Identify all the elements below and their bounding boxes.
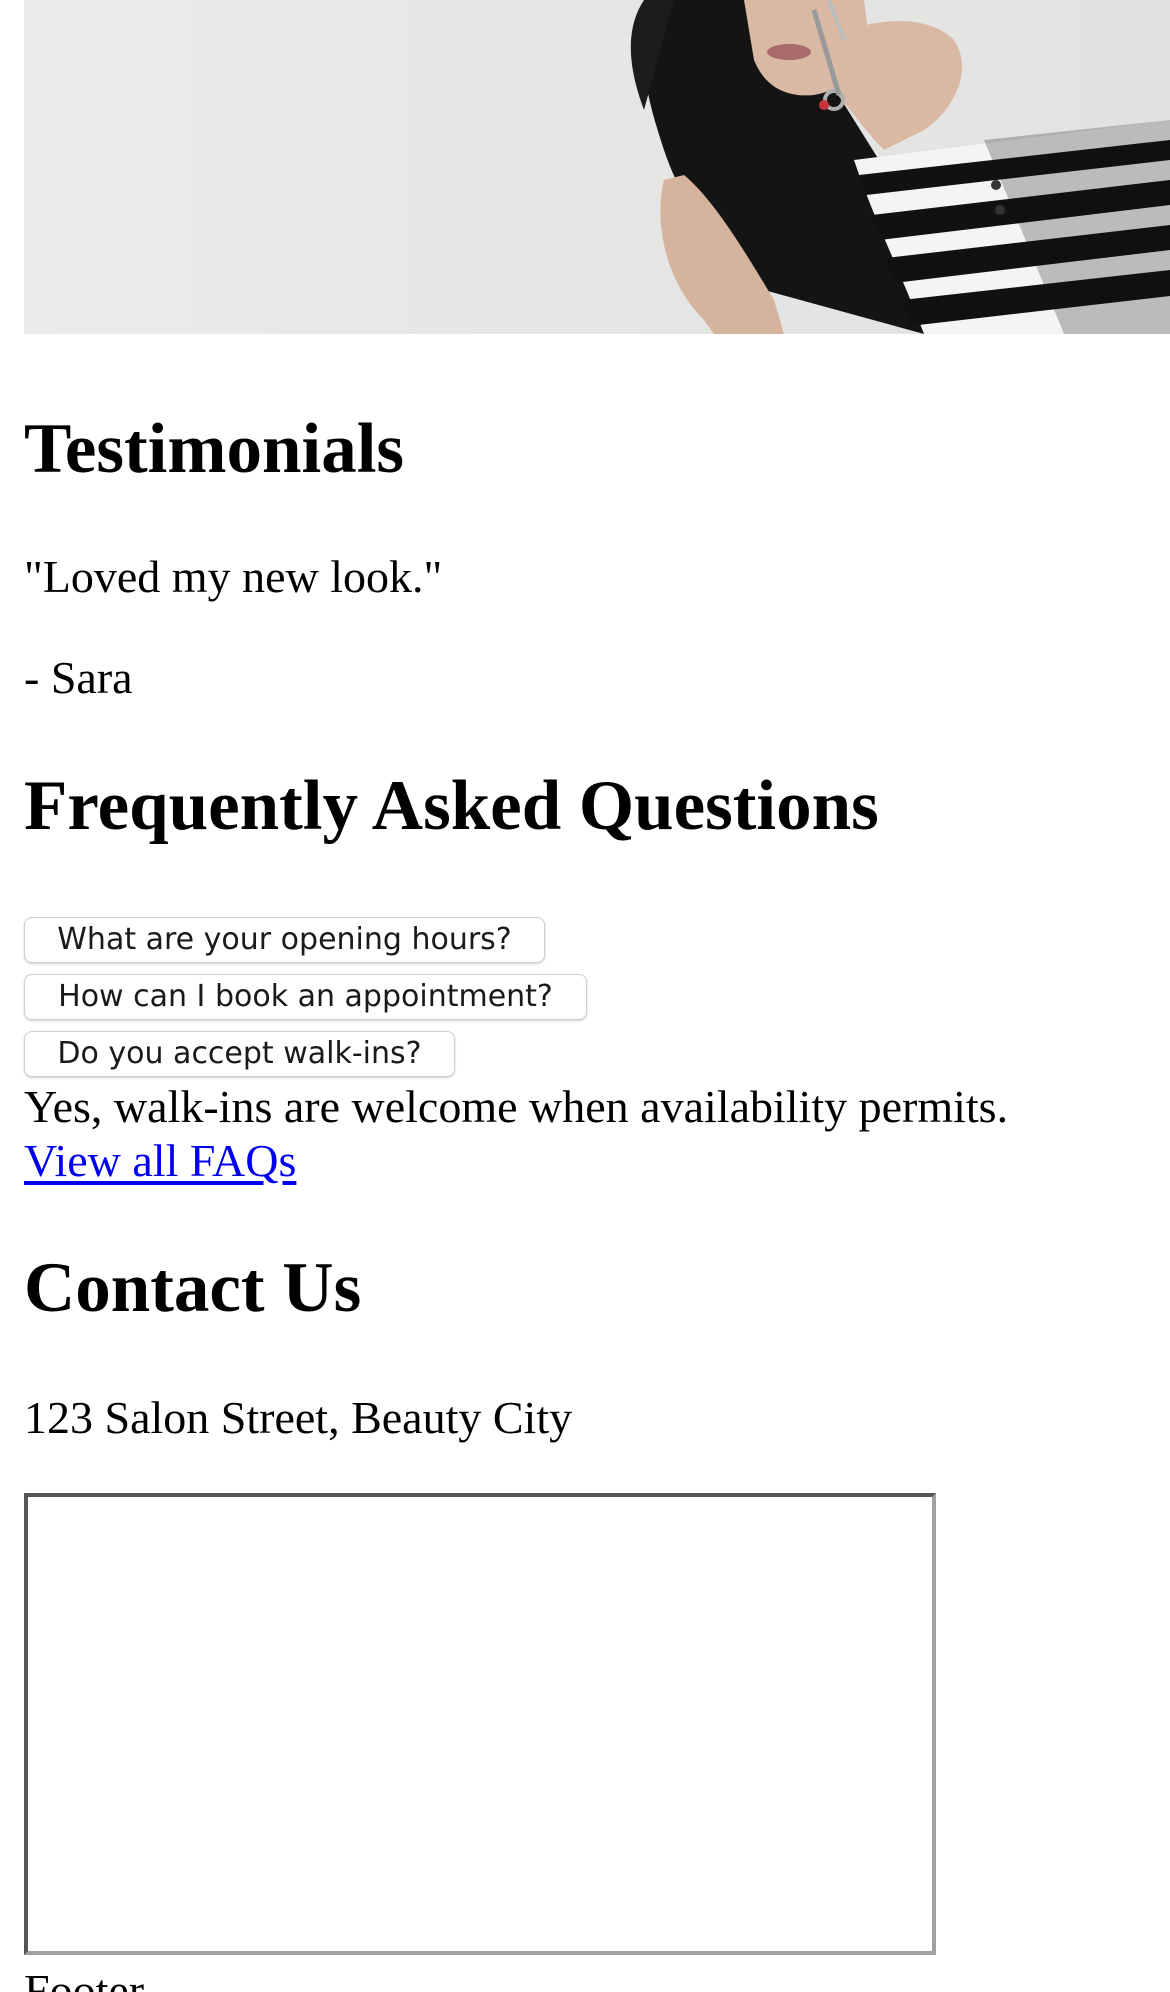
faq-answer: Yes, walk-ins are welcome when availabil… [24, 1081, 1009, 1132]
faq-question-opening-hours-button[interactable]: What are your opening hours? [24, 917, 545, 963]
page: Testimonials "Loved my new look." - Sara… [0, 0, 1170, 1992]
testimonial-author: - Sara [24, 652, 133, 703]
map-embed-frame[interactable] [24, 1493, 936, 1955]
contact-heading: Contact Us [24, 1249, 362, 1327]
faq-heading: Frequently Asked Questions [24, 767, 879, 845]
testimonial-quote: "Loved my new look." [24, 551, 443, 602]
contact-address: 123 Salon Street, Beauty City [24, 1392, 573, 1443]
faq-question-book-appointment-button[interactable]: How can I book an appointment? [24, 974, 587, 1020]
hero-image [24, 0, 1170, 334]
view-all-faqs-link[interactable]: View all FAQs [24, 1138, 296, 1184]
faq-question-walk-ins-button[interactable]: Do you accept walk-ins? [24, 1031, 455, 1077]
testimonials-heading: Testimonials [24, 410, 405, 488]
footer-text: Footer [24, 1965, 145, 1992]
